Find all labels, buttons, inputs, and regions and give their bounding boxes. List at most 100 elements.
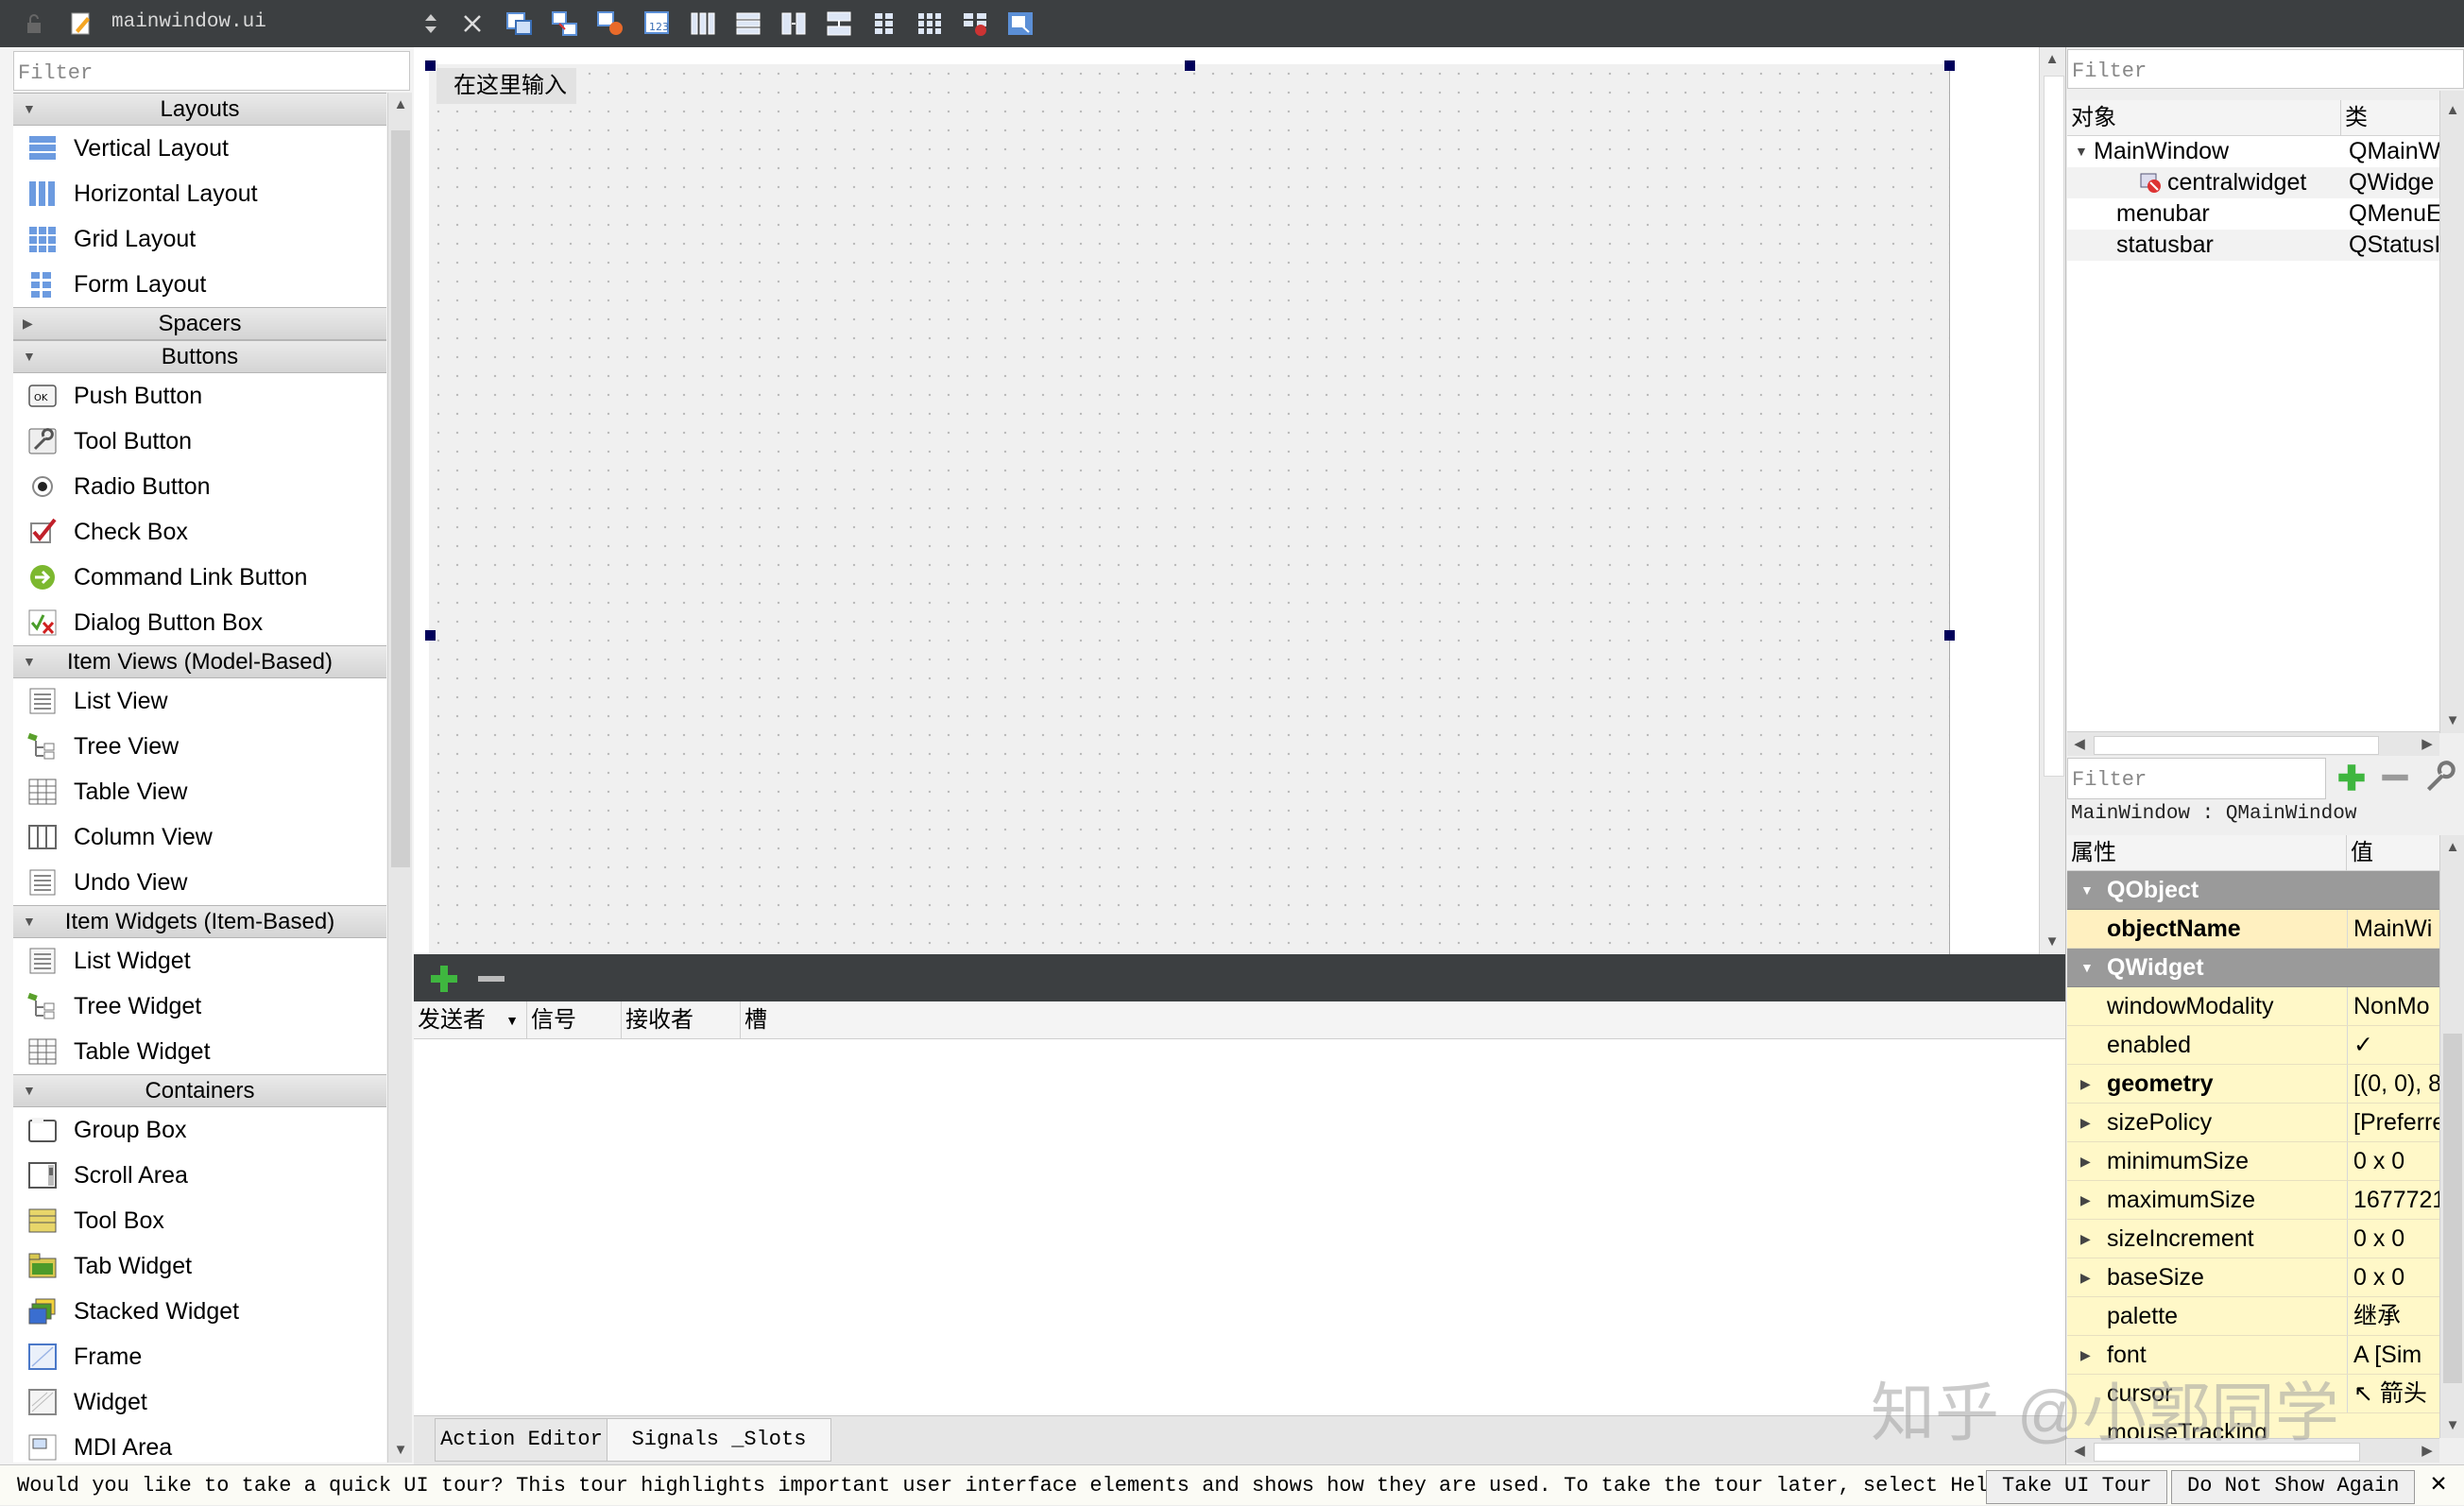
expand-arrow-icon[interactable]: ▶: [23, 308, 33, 339]
property-value[interactable]: [Preferre: [2347, 1104, 2439, 1141]
expand-arrow-icon[interactable]: ▶: [2080, 1104, 2091, 1141]
expand-arrow-icon[interactable]: ▶: [2080, 1181, 2091, 1219]
property-row-sizeincrement[interactable]: ▶ sizeIncrement 0 x 0: [2067, 1220, 2439, 1258]
expand-arrow-icon[interactable]: ▶: [2080, 1142, 2091, 1180]
collapse-arrow-icon[interactable]: ▼: [23, 341, 36, 372]
property-filter-input[interactable]: Filter: [2067, 758, 2326, 799]
expand-arrow-icon[interactable]: ▶: [2080, 1220, 2091, 1258]
widget-item-stacked-widget[interactable]: Stacked Widget: [13, 1289, 386, 1334]
widget-filter-input[interactable]: Filter: [13, 51, 410, 91]
widget-item-form-layout[interactable]: Form Layout: [13, 262, 386, 307]
edit-tab-order-icon[interactable]: 123: [642, 9, 673, 38]
layout-grid-icon[interactable]: [915, 9, 945, 38]
category-layouts[interactable]: ▼ Layouts: [13, 93, 386, 126]
column-class[interactable]: 类: [2341, 100, 2439, 136]
widget-item-grid-layout[interactable]: Grid Layout: [13, 216, 386, 262]
layout-vertical-splitter-icon[interactable]: [824, 9, 854, 38]
edit-signals-slots-icon[interactable]: [550, 9, 580, 38]
configure-wrench-icon[interactable]: [2421, 760, 2456, 796]
property-value[interactable]: 继承: [2347, 1297, 2439, 1335]
scroll-down-arrow-icon[interactable]: ▼: [388, 1438, 413, 1463]
break-layout-icon[interactable]: [960, 9, 990, 38]
widget-item-undo-view[interactable]: Undo View: [13, 860, 386, 905]
scroll-right-arrow-icon[interactable]: ▶: [2415, 1439, 2439, 1463]
scroll-left-arrow-icon[interactable]: ◀: [2067, 732, 2092, 757]
lock-icon[interactable]: [19, 9, 49, 38]
object-row-statusbar[interactable]: statusbar QStatusI: [2067, 230, 2439, 261]
collapse-arrow-icon[interactable]: ▼: [2080, 871, 2094, 909]
column-object[interactable]: 对象: [2067, 100, 2341, 136]
do-not-show-again-button[interactable]: Do Not Show Again: [2171, 1470, 2416, 1504]
scroll-right-arrow-icon[interactable]: ▶: [2415, 732, 2439, 757]
widget-item-tree-widget[interactable]: Tree Widget: [13, 984, 386, 1029]
scrollbar-thumb[interactable]: [391, 130, 410, 867]
layout-horizontal-icon[interactable]: [688, 9, 718, 38]
scroll-up-arrow-icon[interactable]: ▲: [2440, 98, 2464, 123]
column-signal[interactable]: 信号: [527, 1001, 622, 1039]
widget-item-group-box[interactable]: Group Box: [13, 1107, 386, 1153]
category-buttons[interactable]: ▼ Buttons: [13, 340, 386, 373]
widget-item-list-view[interactable]: List View: [13, 678, 386, 724]
tab-action-editor[interactable]: Action Editor: [435, 1418, 608, 1462]
widget-item-frame[interactable]: Frame: [13, 1334, 386, 1379]
scroll-down-arrow-icon[interactable]: ▼: [2040, 930, 2064, 954]
scroll-up-arrow-icon[interactable]: ▲: [2040, 47, 2064, 72]
add-connection-icon[interactable]: [427, 962, 461, 996]
category-item-views-model-based[interactable]: ▼ Item Views (Model-Based): [13, 645, 386, 678]
scrollbar-thumb[interactable]: [2443, 1034, 2462, 1383]
category-item-widgets-item-based[interactable]: ▼ Item Widgets (Item-Based): [13, 905, 386, 938]
scroll-down-arrow-icon[interactable]: ▼: [2440, 1413, 2464, 1438]
widget-item-list-widget[interactable]: List Widget: [13, 938, 386, 984]
property-row-enabled[interactable]: enabled ✓: [2067, 1026, 2439, 1065]
object-row-mainwindow[interactable]: ▼ MainWindow QMainW: [2067, 136, 2439, 167]
widget-item-table-widget[interactable]: Table Widget: [13, 1029, 386, 1074]
collapse-arrow-icon[interactable]: ▼: [23, 94, 36, 125]
tab-signals-slots-editor[interactable]: Signals _Slots Ed…: [607, 1418, 831, 1493]
resize-handle-left[interactable]: [425, 630, 436, 641]
widget-item-command-link-button[interactable]: Command Link Button: [13, 555, 386, 600]
column-property[interactable]: 属性: [2067, 835, 2347, 871]
property-value[interactable]: NonMo: [2347, 987, 2439, 1025]
column-sender[interactable]: 发送者 ▼: [414, 1001, 527, 1039]
property-value[interactable]: 0 x 0: [2347, 1220, 2439, 1258]
scrollbar-thumb[interactable]: [2044, 76, 2064, 777]
remove-dynamic-property-icon[interactable]: [2377, 760, 2413, 796]
object-tree-scrollbar[interactable]: ▲ ▼: [2439, 91, 2464, 733]
property-row-sizepolicy[interactable]: ▶ sizePolicy [Preferre: [2067, 1104, 2439, 1142]
property-row-maximumsize[interactable]: ▶ maximumSize 1677721: [2067, 1181, 2439, 1220]
file-switch-arrows-icon[interactable]: [416, 9, 436, 38]
expand-arrow-icon[interactable]: ▶: [2080, 1065, 2091, 1103]
resize-handle-top-right[interactable]: [1944, 60, 1955, 71]
widget-item-table-view[interactable]: Table View: [13, 769, 386, 814]
widget-item-vertical-layout[interactable]: Vertical Layout: [13, 126, 386, 171]
collapse-arrow-icon[interactable]: ▼: [23, 906, 36, 937]
widget-item-tool-box[interactable]: Tool Box: [13, 1198, 386, 1243]
property-group-qwidget[interactable]: ▼ QWidget: [2067, 949, 2439, 987]
resize-handle-top-left[interactable]: [425, 60, 436, 71]
column-receiver[interactable]: 接收者: [622, 1001, 741, 1039]
widget-item-tree-view[interactable]: Tree View: [13, 724, 386, 769]
object-row-menubar[interactable]: menubar QMenuE: [2067, 198, 2439, 230]
widget-item-push-button[interactable]: OK Push Button: [13, 373, 386, 419]
resize-handle-right[interactable]: [1944, 630, 1955, 641]
add-dynamic-property-icon[interactable]: [2334, 760, 2370, 796]
widget-item-horizontal-layout[interactable]: Horizontal Layout: [13, 171, 386, 216]
property-group-qobject[interactable]: ▼ QObject: [2067, 871, 2439, 910]
property-row-windowmodality[interactable]: windowModality NonMo: [2067, 987, 2439, 1026]
column-value[interactable]: 值: [2347, 835, 2439, 871]
close-icon[interactable]: [457, 9, 488, 38]
property-row-minimumsize[interactable]: ▶ minimumSize 0 x 0: [2067, 1142, 2439, 1181]
collapse-arrow-icon[interactable]: ▼: [2075, 136, 2088, 167]
property-row-geometry[interactable]: ▶ geometry [(0, 0), 8: [2067, 1065, 2439, 1104]
adjust-size-icon[interactable]: [1005, 9, 1035, 38]
menu-placeholder[interactable]: 在这里输入: [436, 68, 576, 104]
property-value[interactable]: [(0, 0), 8: [2347, 1065, 2439, 1103]
object-row-centralwidget[interactable]: centralwidget QWidge: [2067, 167, 2439, 198]
widget-item-mdi-area[interactable]: MDI Area: [13, 1425, 386, 1463]
collapse-arrow-icon[interactable]: ▼: [23, 646, 36, 677]
edit-buddies-icon[interactable]: [595, 9, 625, 38]
scrollbar-thumb[interactable]: [2094, 736, 2379, 755]
collapse-arrow-icon[interactable]: ▼: [23, 1075, 36, 1106]
property-value[interactable]: 1677721: [2347, 1181, 2439, 1219]
property-value[interactable]: ↖ 箭头: [2347, 1375, 2439, 1412]
